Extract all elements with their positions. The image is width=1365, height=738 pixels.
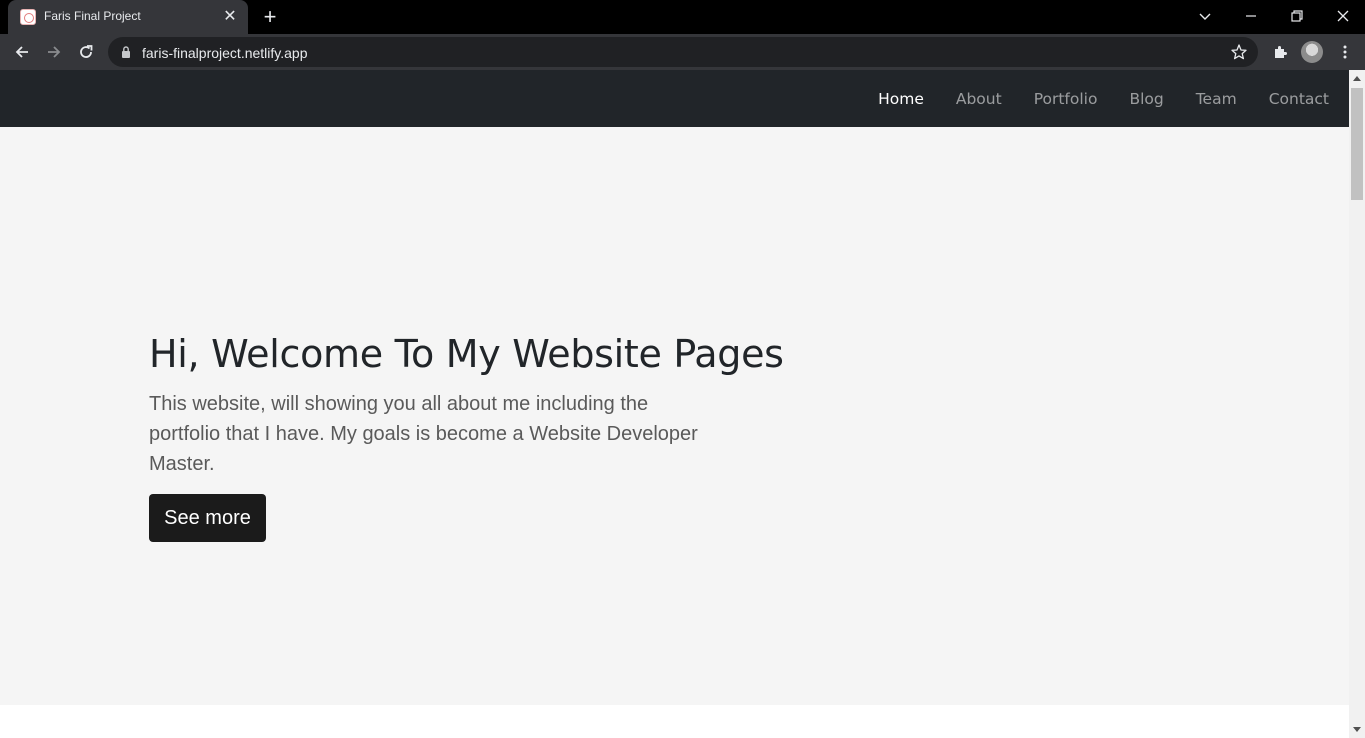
see-more-button[interactable]: See more [149, 494, 266, 542]
nav-link-blog[interactable]: Blog [1129, 90, 1163, 108]
nav-link-about[interactable]: About [956, 90, 1002, 108]
scrollbar-thumb[interactable] [1351, 88, 1363, 200]
browser-toolbar: faris-finalproject.netlify.app [0, 34, 1365, 70]
nav-links: Home About Portfolio Blog Team Contact [846, 70, 1329, 127]
page-scrollbar[interactable] [1349, 70, 1365, 738]
address-bar[interactable]: faris-finalproject.netlify.app [108, 37, 1258, 67]
nav-link-team[interactable]: Team [1196, 90, 1237, 108]
minimize-icon[interactable] [1237, 4, 1265, 28]
kebab-menu-icon[interactable] [1332, 39, 1358, 65]
site-favicon-icon [20, 9, 36, 25]
hero-description: This website, will showing you all about… [149, 393, 698, 475]
browser-tab[interactable]: Faris Final Project ✕ [8, 0, 248, 34]
profile-avatar[interactable] [1301, 41, 1323, 63]
chevron-down-icon[interactable] [1191, 4, 1219, 28]
new-tab-button[interactable]: + [258, 5, 282, 29]
star-icon[interactable] [1230, 43, 1248, 66]
scroll-up-arrow-icon[interactable] [1349, 70, 1365, 87]
url-text[interactable]: faris-finalproject.netlify.app [142, 45, 307, 61]
forward-arrow-icon[interactable] [41, 39, 67, 65]
back-arrow-icon[interactable] [9, 39, 35, 65]
nav-link-portfolio[interactable]: Portfolio [1034, 90, 1098, 108]
restore-icon[interactable] [1283, 4, 1311, 28]
reload-icon[interactable] [73, 39, 99, 65]
site-navbar: Home About Portfolio Blog Team Contact [0, 70, 1349, 127]
hero-section: Hi, Welcome To My Website Pages This web… [0, 127, 1349, 705]
puzzle-icon[interactable] [1267, 39, 1293, 65]
hero-title: Hi, Welcome To My Website Pages [149, 332, 784, 376]
close-window-icon[interactable] [1329, 4, 1357, 28]
tab-strip: Faris Final Project ✕ + [0, 0, 1365, 34]
tab-title: Faris Final Project [44, 9, 141, 23]
nav-link-contact[interactable]: Contact [1269, 90, 1329, 108]
scroll-down-arrow-icon[interactable] [1349, 721, 1365, 738]
nav-link-home[interactable]: Home [878, 90, 924, 108]
lock-icon[interactable] [120, 45, 132, 64]
page-viewport: Home About Portfolio Blog Team Contact Hi, We… [0, 70, 1365, 738]
tab-close-icon[interactable]: ✕ [220, 7, 240, 27]
next-section [0, 705, 1349, 738]
